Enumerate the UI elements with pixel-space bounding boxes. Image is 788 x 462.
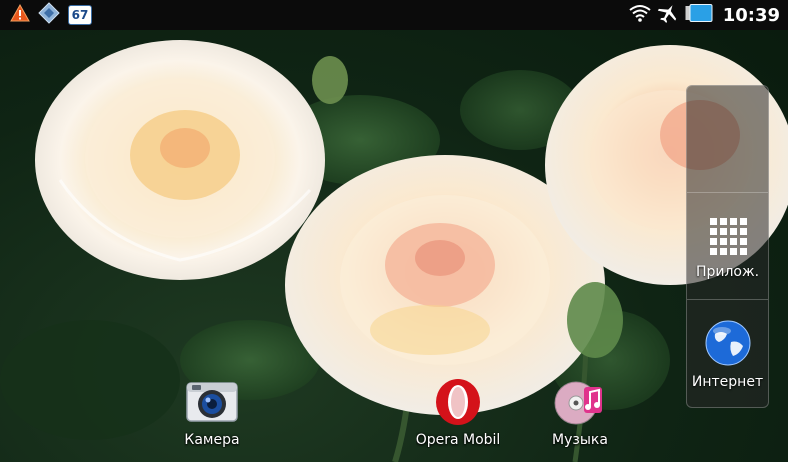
camera-shortcut[interactable]: Камера xyxy=(164,376,260,448)
clock: 10:39 xyxy=(722,4,780,26)
applications-button[interactable]: Прилож. xyxy=(687,216,768,280)
applications-label: Прилож. xyxy=(695,264,760,280)
opera-mobile-shortcut[interactable]: Opera Mobil xyxy=(410,376,506,448)
internet-label: Интернет xyxy=(691,374,764,390)
battery-icon xyxy=(685,4,713,26)
music-label: Музыка xyxy=(552,432,608,448)
apps-grid-icon xyxy=(708,216,748,260)
status-bar[interactable]: 67 10:39 xyxy=(0,0,788,30)
opera-icon xyxy=(432,376,484,428)
wallpaper xyxy=(0,40,788,462)
diamond-app-icon[interactable] xyxy=(38,2,60,28)
warning-icon[interactable] xyxy=(10,3,30,26)
opera-mobile-label: Opera Mobil xyxy=(415,432,501,448)
globe-icon xyxy=(705,320,751,370)
music-shortcut[interactable]: Музыка xyxy=(532,376,628,448)
dock-divider xyxy=(687,192,768,193)
camera-icon xyxy=(186,376,238,428)
airplane-mode-icon xyxy=(657,3,679,27)
wifi-icon xyxy=(629,4,651,26)
dock-panel: Прилож. Интернет xyxy=(686,85,769,408)
internet-button[interactable]: Интернет xyxy=(687,320,768,390)
home-screen: 67 10:39 Камера Opera Mobil Музыка Прило… xyxy=(0,0,788,462)
notification-count-badge[interactable]: 67 xyxy=(68,5,92,25)
dock-divider xyxy=(687,299,768,300)
camera-label: Камера xyxy=(184,432,240,448)
music-icon xyxy=(554,376,606,428)
